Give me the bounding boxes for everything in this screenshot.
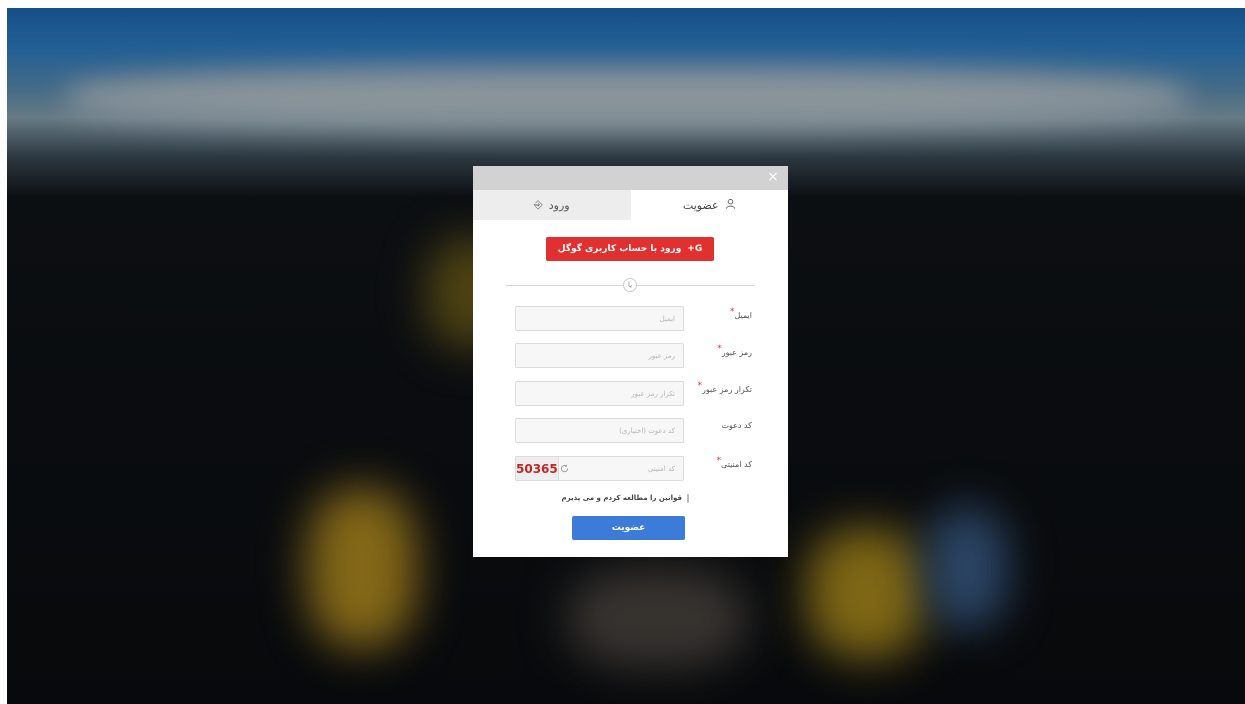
captcha-group: 50365 [515,456,684,481]
tab-register-label: عضویت [682,198,719,212]
required-star: * [716,456,722,466]
google-login-label: ورود با حساب کاربری گوگل [557,244,682,254]
divider-or: یا [623,278,637,292]
login-icon: ⎆ [533,198,543,211]
google-login-button[interactable]: G+ ورود با حساب کاربری گوگل [546,237,714,261]
terms-row: قوانین را مطالعه کردم و می پذیرم [561,492,689,504]
invite-code-label: کد دعوت [721,421,752,430]
password-label-text: رمز عبور [721,348,752,357]
terms-label: قوانین را مطالعه کردم و می پذیرم [561,494,682,502]
captcha-label-text: کد امنیتی [721,460,752,469]
repeat-password-label-text: تکرار رمز عبور [702,385,752,394]
tab-login-label: ورود [548,198,570,212]
password-label: رمز عبور* [717,344,752,358]
user-icon [725,198,736,212]
required-star: * [717,344,722,354]
refresh-icon[interactable] [559,457,571,480]
terms-checkbox[interactable] [687,493,689,503]
repeat-password-label: تکرار رمز عبور* [698,381,752,395]
email-label: ایمیل* [730,307,752,321]
captcha-label: کد امنیتی* [717,456,752,470]
modal-header: × [473,166,788,190]
close-icon[interactable]: × [766,170,780,184]
invite-code-field[interactable] [515,418,684,443]
modal-tabs: ⎆ ورود عضویت [473,190,788,220]
captcha-input[interactable] [571,457,683,480]
tab-register[interactable]: عضویت [630,190,788,220]
register-submit-button[interactable]: عضویت [572,516,685,540]
tab-login[interactable]: ⎆ ورود [473,190,631,220]
required-star: * [729,307,735,317]
password-field[interactable] [515,343,684,368]
invite-code-label-text: کد دعوت [721,421,752,430]
repeat-password-field[interactable] [515,381,684,406]
register-modal: × ⎆ ورود عضویت G+ ورود با حساب کاربری گو… [473,166,788,557]
required-star: * [697,381,703,391]
email-field[interactable] [515,306,684,331]
email-label-text: ایمیل [734,311,752,320]
captcha-image: 50365 [516,457,559,480]
google-plus-icon: G+ [687,244,703,254]
